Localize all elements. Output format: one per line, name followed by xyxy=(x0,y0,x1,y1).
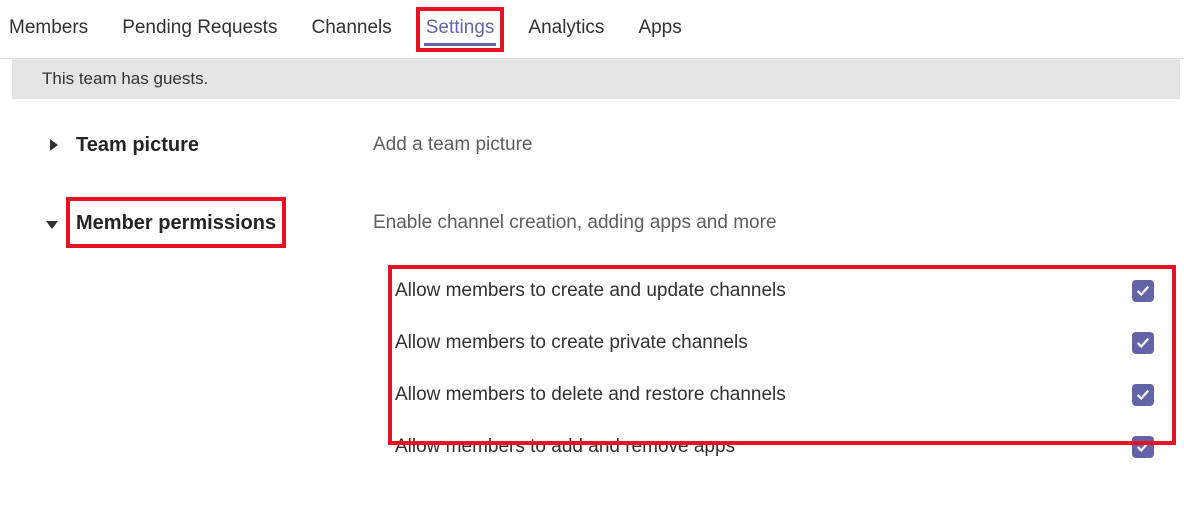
section-desc-member-permissions: Enable channel creation, adding apps and… xyxy=(373,212,777,234)
section-title-member-permissions: Member permissions xyxy=(76,212,276,235)
tab-settings[interactable]: Settings xyxy=(424,17,497,46)
perm-label: Allow members to add and remove apps xyxy=(395,436,735,458)
section-member-permissions: Member permissions Enable channel creati… xyxy=(12,212,1180,235)
section-header-team-picture[interactable]: Team picture xyxy=(48,134,373,157)
caret-down-icon xyxy=(48,219,58,229)
perm-label: Allow members to delete and restore chan… xyxy=(395,384,786,406)
section-header-member-permissions[interactable]: Member permissions xyxy=(48,212,373,235)
perm-row-create-private-channels: Allow members to create private channels xyxy=(373,317,1176,369)
check-icon xyxy=(1136,440,1150,454)
checkbox-create-update-channels[interactable] xyxy=(1132,280,1154,302)
settings-content: Team picture Add a team picture Member p… xyxy=(12,99,1180,473)
perm-label: Allow members to create and update chann… xyxy=(395,280,786,302)
caret-right-icon xyxy=(48,141,58,151)
section-team-picture: Team picture Add a team picture xyxy=(12,134,1180,157)
tabs-bar: Members Pending Requests Channels Settin… xyxy=(0,0,1184,59)
check-icon xyxy=(1136,336,1150,350)
tab-channels[interactable]: Channels xyxy=(309,17,393,46)
perm-row-add-remove-apps: Allow members to add and remove apps xyxy=(373,421,1176,473)
perm-label: Allow members to create private channels xyxy=(395,332,748,354)
info-bar: This team has guests. xyxy=(12,59,1180,99)
section-title-team-picture: Team picture xyxy=(76,134,199,157)
tab-analytics[interactable]: Analytics xyxy=(526,17,606,46)
permissions-list: Allow members to create and update chann… xyxy=(373,265,1176,473)
perm-row-create-update-channels: Allow members to create and update chann… xyxy=(373,265,1176,317)
tab-pending-requests[interactable]: Pending Requests xyxy=(120,17,279,46)
check-icon xyxy=(1136,284,1150,298)
checkbox-delete-restore-channels[interactable] xyxy=(1132,384,1154,406)
tab-members[interactable]: Members xyxy=(7,17,90,46)
checkbox-add-remove-apps[interactable] xyxy=(1132,436,1154,458)
section-desc-team-picture: Add a team picture xyxy=(373,134,532,156)
checkbox-create-private-channels[interactable] xyxy=(1132,332,1154,354)
check-icon xyxy=(1136,388,1150,402)
perm-row-delete-restore-channels: Allow members to delete and restore chan… xyxy=(373,369,1176,421)
tab-apps[interactable]: Apps xyxy=(636,17,683,46)
